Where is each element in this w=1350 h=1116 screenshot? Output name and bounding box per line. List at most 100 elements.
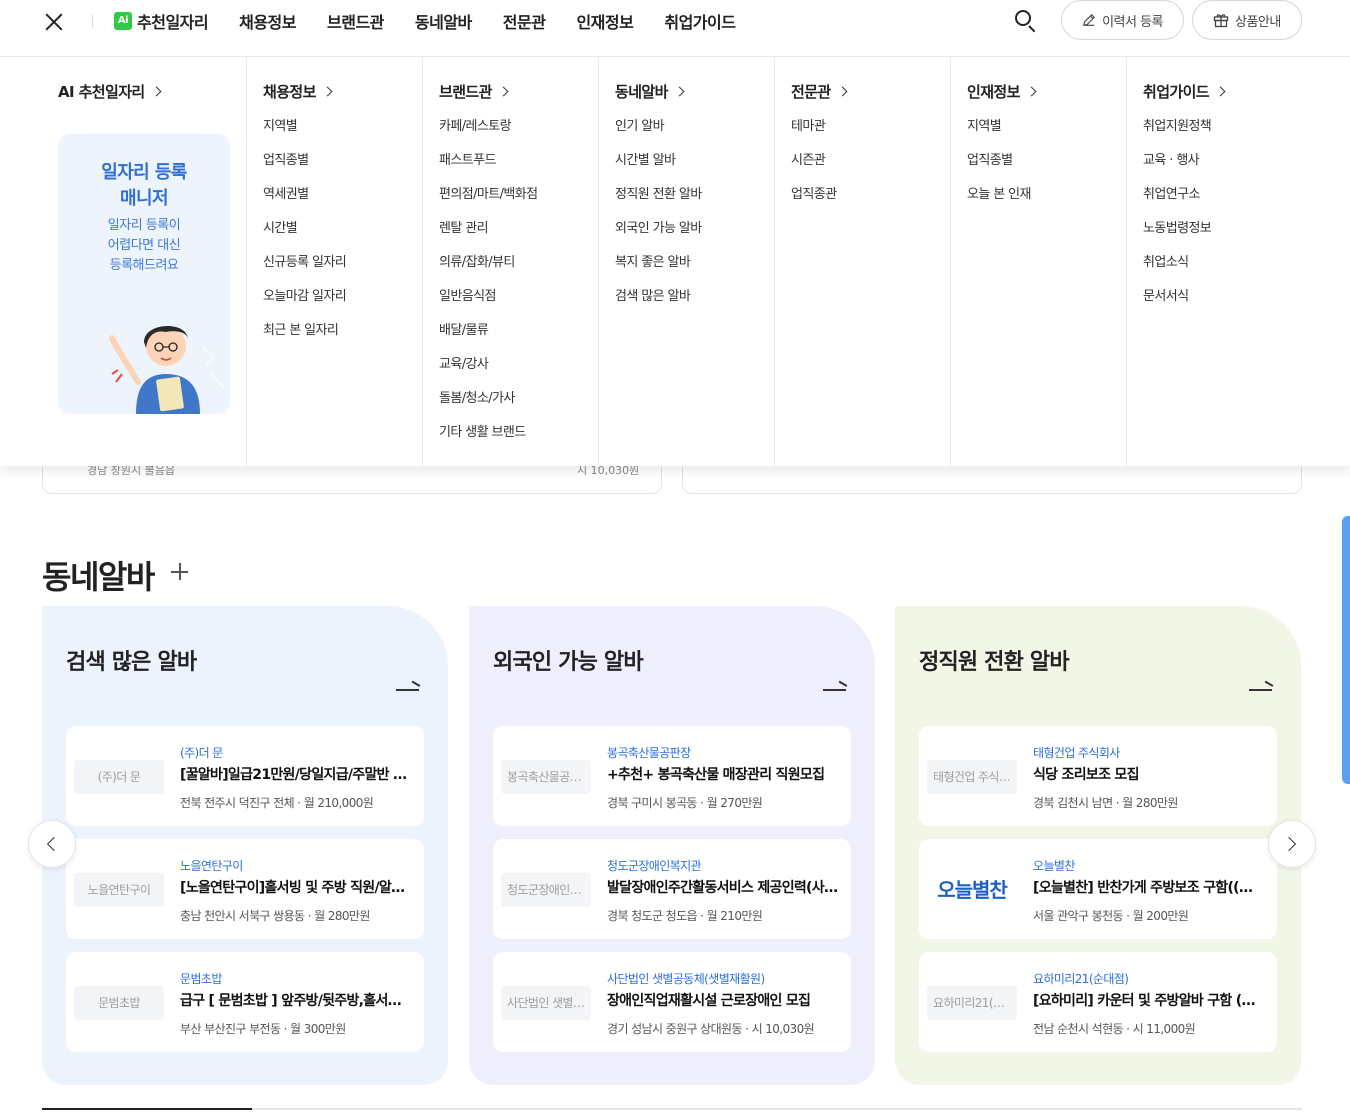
mega-link[interactable]: 업직종관 bbox=[791, 187, 837, 221]
carousel-progress-bar bbox=[42, 1108, 1302, 1110]
mega-title-brand[interactable]: 브랜드관 bbox=[439, 81, 509, 102]
mega-column-ai: AI 추천일자리 일자리 등록 매니저 일자리 등록이 어렵다면 대신 등록해드… bbox=[0, 57, 247, 466]
mega-column-guide: 취업가이드 취업지원정책 교육 · 행사 취업연구소 노동법령정보 취업소식 문… bbox=[1127, 57, 1350, 466]
carousel-progress-fill bbox=[42, 1108, 253, 1110]
card-description: 일자리 등록이 어렵다면 대신 등록해드려요 bbox=[58, 216, 230, 276]
mega-link[interactable]: 오늘 본 인재 bbox=[967, 187, 1031, 221]
mega-link[interactable]: 패스트푸드 bbox=[439, 153, 537, 187]
mega-link[interactable]: 시간별 bbox=[263, 221, 346, 255]
company-name: 청도군장애인복지관 bbox=[607, 859, 702, 873]
job-item[interactable]: 봉곡축산물공판장 봉곡축산물공판장 +추천+ 봉곡축산물 매장관리 직원모집 경… bbox=[493, 726, 851, 826]
search-icon[interactable] bbox=[1012, 8, 1038, 34]
arrow-right-icon[interactable] bbox=[396, 680, 421, 694]
job-register-manager-card[interactable]: 일자리 등록 매니저 일자리 등록이 어렵다면 대신 등록해드려요 bbox=[58, 134, 230, 414]
mega-link[interactable]: 교육/강사 bbox=[439, 357, 537, 391]
product-info-button[interactable]: 상품안내 bbox=[1192, 0, 1302, 40]
nav-item-talent[interactable]: 인재정보 bbox=[576, 9, 633, 33]
mega-link[interactable]: 기타 생활 브랜드 bbox=[439, 425, 537, 459]
carousel-prev-button[interactable] bbox=[28, 820, 76, 868]
arrow-right-icon[interactable] bbox=[823, 680, 848, 694]
mega-link[interactable]: 돌봄/청소/가사 bbox=[439, 391, 537, 425]
nav-item-recommend[interactable]: Ai 추천일자리 bbox=[114, 9, 209, 33]
job-meta: 경북 김천시 남면 · 월 280만원 bbox=[1033, 796, 1178, 810]
mega-link[interactable]: 문서서식 bbox=[1143, 289, 1211, 323]
card-headline-line: 매니저 bbox=[120, 188, 168, 209]
ai-badge-icon: Ai bbox=[114, 12, 132, 30]
category-card-title: 외국인 가능 알바 bbox=[493, 650, 644, 675]
category-card: 정직원 전환 알바 태형건업 주식회사 태형건업 주식회사 식당 조리보조 모집… bbox=[895, 606, 1301, 1085]
mega-title-guide[interactable]: 취업가이드 bbox=[1143, 81, 1226, 102]
mega-link[interactable]: 의류/잡화/뷰티 bbox=[439, 255, 537, 289]
job-card-bottom bbox=[682, 462, 1302, 494]
close-icon[interactable] bbox=[40, 8, 68, 36]
mega-link[interactable]: 취업연구소 bbox=[1143, 187, 1211, 221]
section-title: 동네알바 bbox=[42, 558, 155, 596]
mega-link[interactable]: 신규등록 일자리 bbox=[263, 255, 347, 289]
chevron-right-icon bbox=[837, 86, 848, 97]
job-item[interactable]: 오늘별찬 오늘별찬 [오늘별찬] 반찬가게 주방보조 구함((정직원)) 서울 … bbox=[919, 839, 1277, 939]
mega-link[interactable]: 노동법령정보 bbox=[1143, 221, 1212, 255]
company-name: 문범초밥 bbox=[180, 972, 222, 986]
mega-link[interactable]: 외국인 가능 알바 bbox=[615, 221, 702, 255]
mega-link[interactable]: 최근 본 일자리 bbox=[263, 323, 346, 357]
mega-link[interactable]: 편의점/마트/백화점 bbox=[439, 187, 538, 221]
mega-link[interactable]: 검색 많은 알바 bbox=[615, 289, 702, 323]
mega-title-ai[interactable]: AI 추천일자리 bbox=[58, 81, 162, 102]
mega-link[interactable]: 취업지원정책 bbox=[1143, 119, 1212, 153]
mega-link[interactable]: 업직종별 bbox=[967, 153, 1031, 187]
company-logo: 청도군장애인복지관 bbox=[501, 873, 591, 907]
mega-title-label: 브랜드관 bbox=[439, 83, 492, 101]
job-title: 발달장애인주간활동서비스 제공인력(사회복지사) bbox=[607, 880, 839, 896]
mega-link[interactable]: 복지 좋은 알바 bbox=[615, 255, 702, 289]
nav-item-label: 추천일자리 bbox=[137, 13, 209, 32]
nav-item-local[interactable]: 동네알바 bbox=[415, 9, 472, 33]
job-item[interactable]: 청도군장애인복지관 청도군장애인복지관 발달장애인주간활동서비스 제공인력(사회… bbox=[493, 839, 851, 939]
mega-link[interactable]: 정직원 전환 알바 bbox=[615, 187, 702, 221]
mega-link[interactable]: 업직종별 bbox=[263, 153, 346, 187]
mega-link[interactable]: 오늘마감 일자리 bbox=[263, 289, 347, 323]
company-name: (주)더 문 bbox=[180, 746, 223, 760]
mega-column-local: 동네알바 인기 알바 시간별 알바 정직원 전환 알바 외국인 가능 알바 복지… bbox=[599, 57, 775, 466]
nav-item-jobs[interactable]: 채용정보 bbox=[239, 9, 296, 33]
mega-link[interactable]: 카페/레스토랑 bbox=[439, 119, 537, 153]
mega-title-jobs[interactable]: 채용정보 bbox=[263, 81, 333, 102]
pencil-icon bbox=[1083, 14, 1095, 26]
mega-link[interactable]: 일반음식점 bbox=[439, 289, 537, 323]
job-item[interactable]: 태형건업 주식회사 태형건업 주식회사 식당 조리보조 모집 경북 김천시 남면… bbox=[919, 726, 1277, 826]
nav-item-guide[interactable]: 취업가이드 bbox=[664, 9, 736, 33]
nav-item-brand[interactable]: 브랜드관 bbox=[327, 9, 384, 33]
side-floating-tab[interactable] bbox=[1342, 516, 1350, 784]
job-item[interactable]: 노을연탄구이 노을연탄구이 [노을연탄구이]홀서빙 및 주방 직원/알바 모집 … bbox=[66, 839, 424, 939]
arrow-right-icon[interactable] bbox=[1249, 680, 1274, 694]
mega-link[interactable]: 취업소식 bbox=[1143, 255, 1211, 289]
gift-icon bbox=[1213, 14, 1229, 28]
mega-link[interactable]: 배달/물류 bbox=[439, 323, 537, 357]
job-item[interactable]: (주)더 문 (주)더 문 [꿀알바]일급21만원/당일지급/주말반 모집 전북… bbox=[66, 726, 424, 826]
plus-icon[interactable] bbox=[171, 562, 189, 580]
mega-link[interactable]: 시즌관 bbox=[791, 153, 836, 187]
job-meta: 전북 전주시 덕진구 전체 · 월 210,000원 bbox=[180, 796, 374, 810]
job-item[interactable]: 요하미리21(순대점) 요하미리21(순대점) [요하미리] 카운터 및 주방알… bbox=[919, 952, 1277, 1052]
chevron-right-icon bbox=[1281, 836, 1297, 852]
carousel-next-button[interactable] bbox=[1268, 820, 1316, 868]
mega-link[interactable]: 지역별 bbox=[263, 119, 346, 153]
company-logo: 사단법인 샛별공동체 bbox=[501, 986, 591, 1020]
resume-register-button[interactable]: 이력서 등록 bbox=[1061, 0, 1184, 40]
mega-link[interactable]: 렌탈 관리 bbox=[439, 221, 537, 255]
job-item[interactable]: 문범초밥 문범초밥 급구 [ 문범초밥 ] 앞주방/뒷주방,홀서빙 구함 부산 … bbox=[66, 952, 424, 1052]
mega-link[interactable]: 테마관 bbox=[791, 119, 836, 153]
mega-title-special[interactable]: 전문관 bbox=[791, 81, 848, 102]
mega-title-local[interactable]: 동네알바 bbox=[615, 81, 685, 102]
mega-link[interactable]: 인기 알바 bbox=[615, 119, 702, 153]
mega-link[interactable]: 교육 · 행사 bbox=[1143, 153, 1211, 187]
nav-item-special[interactable]: 전문관 bbox=[503, 9, 546, 33]
company-name: 요하미리21(순대점) bbox=[1033, 972, 1129, 986]
chevron-right-icon bbox=[151, 86, 162, 97]
job-title: [꿀알바]일급21만원/당일지급/주말반 모집 bbox=[180, 767, 412, 783]
mega-link[interactable]: 시간별 알바 bbox=[615, 153, 702, 187]
job-item[interactable]: 사단법인 샛별공동체 사단법인 샛별공동체(샛별재활원) 장애인직업재활시설 근… bbox=[493, 952, 851, 1052]
mega-link[interactable]: 역세권별 bbox=[263, 187, 346, 221]
job-title: 급구 [ 문범초밥 ] 앞주방/뒷주방,홀서빙 구함 bbox=[180, 993, 412, 1009]
mega-link[interactable]: 지역별 bbox=[967, 119, 1031, 153]
mega-title-talent[interactable]: 인재정보 bbox=[967, 81, 1037, 102]
